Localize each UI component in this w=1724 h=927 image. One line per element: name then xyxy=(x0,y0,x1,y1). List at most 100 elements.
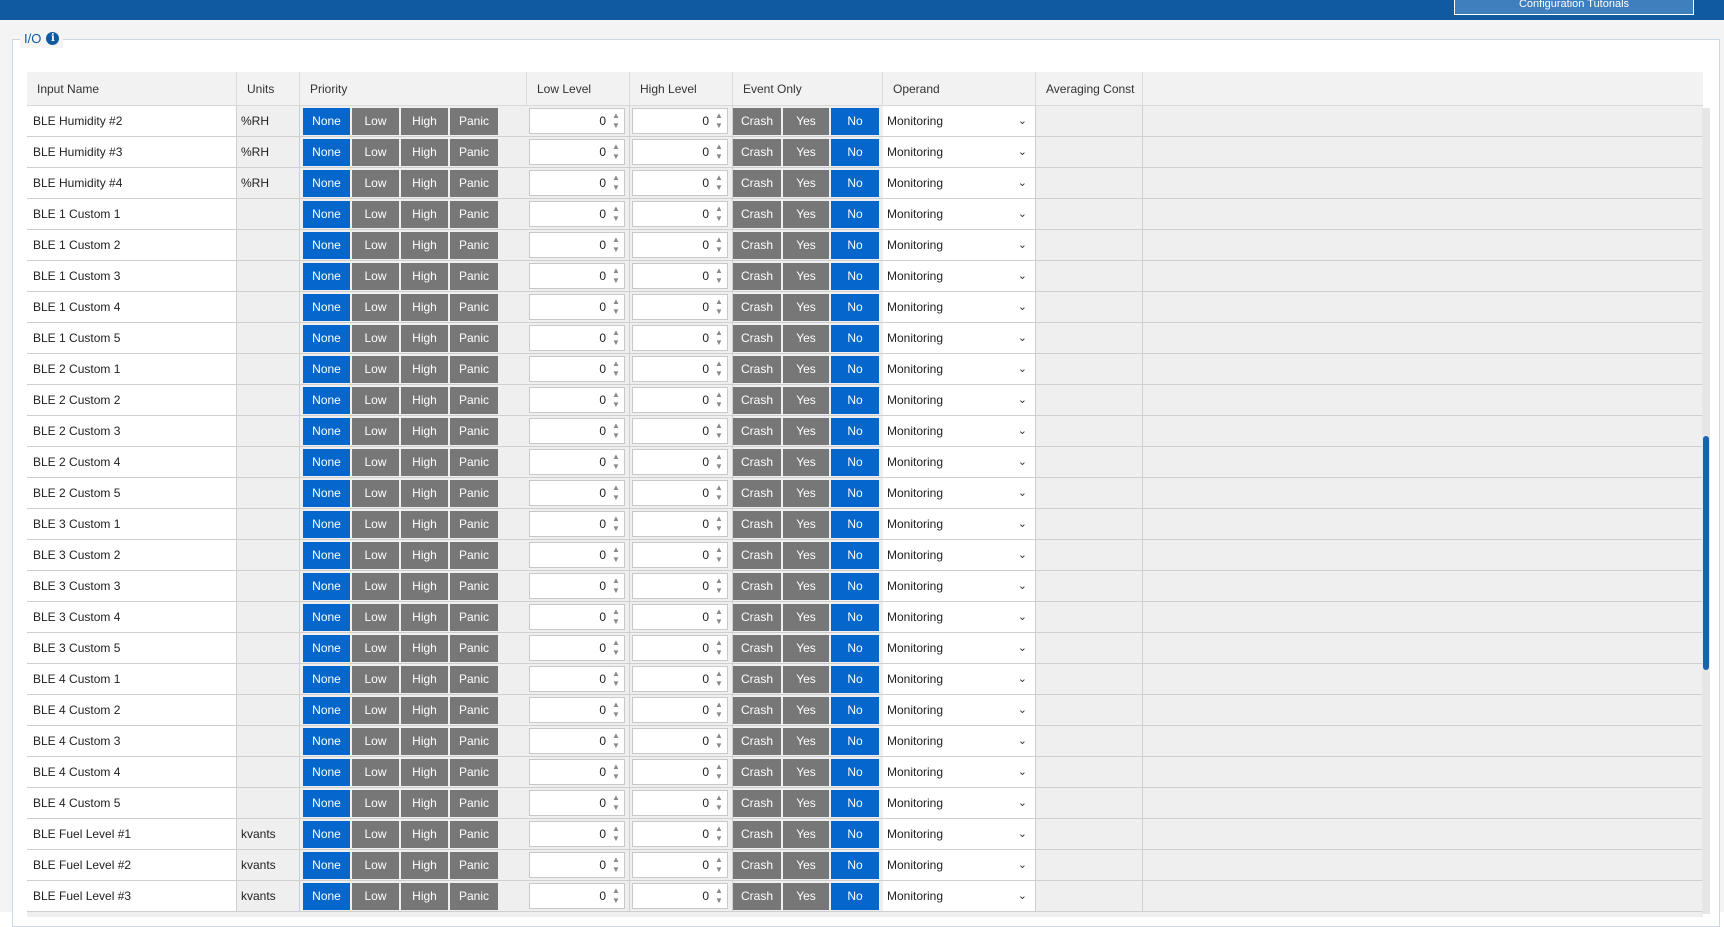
chevron-down-icon[interactable]: ▼ xyxy=(714,679,724,689)
priority-panic-button[interactable]: Panic xyxy=(450,511,498,538)
event-yes-button[interactable]: Yes xyxy=(783,387,829,414)
header-high-level[interactable]: High Level xyxy=(630,72,733,106)
averaging-const-cell[interactable] xyxy=(1036,571,1143,601)
priority-none-button[interactable]: None xyxy=(303,759,350,786)
low-level-spinbox[interactable]: 0 ▲ ▼ xyxy=(529,201,625,227)
priority-none-button[interactable]: None xyxy=(303,325,350,352)
high-level-spinbox[interactable]: 0 ▲ ▼ xyxy=(632,387,728,413)
priority-low-button[interactable]: Low xyxy=(352,759,399,786)
chevron-up-icon[interactable]: ▲ xyxy=(611,483,621,493)
priority-low-button[interactable]: Low xyxy=(352,883,399,910)
averaging-const-cell[interactable] xyxy=(1036,757,1143,787)
chevron-up-icon[interactable]: ▲ xyxy=(611,638,621,648)
event-crash-button[interactable]: Crash xyxy=(733,697,781,724)
chevron-up-icon[interactable]: ▲ xyxy=(714,421,724,431)
chevron-down-icon[interactable]: ▼ xyxy=(714,183,724,193)
event-no-button[interactable]: No xyxy=(831,418,879,445)
priority-high-button[interactable]: High xyxy=(401,635,448,662)
event-yes-button[interactable]: Yes xyxy=(783,418,829,445)
event-no-button[interactable]: No xyxy=(831,697,879,724)
header-priority[interactable]: Priority xyxy=(300,72,527,106)
priority-high-button[interactable]: High xyxy=(401,852,448,879)
priority-none-button[interactable]: None xyxy=(303,201,350,228)
event-no-button[interactable]: No xyxy=(831,201,879,228)
event-crash-button[interactable]: Crash xyxy=(733,542,781,569)
operand-dropdown[interactable]: Monitoring ⌄ xyxy=(883,292,1036,322)
priority-low-button[interactable]: Low xyxy=(352,511,399,538)
chevron-down-icon[interactable]: ▼ xyxy=(714,524,724,534)
event-yes-button[interactable]: Yes xyxy=(783,201,829,228)
priority-none-button[interactable]: None xyxy=(303,852,350,879)
operand-dropdown[interactable]: Monitoring ⌄ xyxy=(883,757,1036,787)
low-level-spinbox[interactable]: 0 ▲ ▼ xyxy=(529,635,625,661)
priority-low-button[interactable]: Low xyxy=(352,728,399,755)
averaging-const-cell[interactable] xyxy=(1036,602,1143,632)
chevron-down-icon[interactable]: ▼ xyxy=(714,834,724,844)
event-yes-button[interactable]: Yes xyxy=(783,108,829,135)
chevron-up-icon[interactable]: ▲ xyxy=(714,607,724,617)
priority-low-button[interactable]: Low xyxy=(352,666,399,693)
priority-high-button[interactable]: High xyxy=(401,387,448,414)
operand-dropdown[interactable]: Monitoring ⌄ xyxy=(883,850,1036,880)
event-no-button[interactable]: No xyxy=(831,511,879,538)
priority-high-button[interactable]: High xyxy=(401,728,448,755)
operand-dropdown[interactable]: Monitoring ⌄ xyxy=(883,385,1036,415)
operand-dropdown[interactable]: Monitoring ⌄ xyxy=(883,199,1036,229)
priority-panic-button[interactable]: Panic xyxy=(450,635,498,662)
chevron-up-icon[interactable]: ▲ xyxy=(611,824,621,834)
event-yes-button[interactable]: Yes xyxy=(783,480,829,507)
header-units[interactable]: Units xyxy=(237,72,300,106)
priority-none-button[interactable]: None xyxy=(303,666,350,693)
low-level-spinbox[interactable]: 0 ▲ ▼ xyxy=(529,139,625,165)
priority-high-button[interactable]: High xyxy=(401,666,448,693)
high-level-spinbox[interactable]: 0 ▲ ▼ xyxy=(632,356,728,382)
priority-high-button[interactable]: High xyxy=(401,604,448,631)
priority-low-button[interactable]: Low xyxy=(352,790,399,817)
event-crash-button[interactable]: Crash xyxy=(733,387,781,414)
event-no-button[interactable]: No xyxy=(831,170,879,197)
priority-low-button[interactable]: Low xyxy=(352,821,399,848)
averaging-const-cell[interactable] xyxy=(1036,540,1143,570)
chevron-down-icon[interactable]: ▼ xyxy=(714,586,724,596)
chevron-up-icon[interactable]: ▲ xyxy=(714,297,724,307)
priority-none-button[interactable]: None xyxy=(303,108,350,135)
priority-panic-button[interactable]: Panic xyxy=(450,790,498,817)
priority-panic-button[interactable]: Panic xyxy=(450,139,498,166)
averaging-const-cell[interactable] xyxy=(1036,354,1143,384)
chevron-down-icon[interactable]: ▼ xyxy=(611,369,621,379)
priority-panic-button[interactable]: Panic xyxy=(450,604,498,631)
event-crash-button[interactable]: Crash xyxy=(733,728,781,755)
low-level-spinbox[interactable]: 0 ▲ ▼ xyxy=(529,325,625,351)
chevron-up-icon[interactable]: ▲ xyxy=(611,266,621,276)
operand-dropdown[interactable]: Monitoring ⌄ xyxy=(883,416,1036,446)
chevron-up-icon[interactable]: ▲ xyxy=(611,607,621,617)
event-crash-button[interactable]: Crash xyxy=(733,821,781,848)
event-crash-button[interactable]: Crash xyxy=(733,418,781,445)
event-crash-button[interactable]: Crash xyxy=(733,449,781,476)
priority-high-button[interactable]: High xyxy=(401,139,448,166)
low-level-spinbox[interactable]: 0 ▲ ▼ xyxy=(529,852,625,878)
chevron-up-icon[interactable]: ▲ xyxy=(714,173,724,183)
chevron-down-icon[interactable]: ▼ xyxy=(714,431,724,441)
high-level-spinbox[interactable]: 0 ▲ ▼ xyxy=(632,852,728,878)
chevron-down-icon[interactable]: ▼ xyxy=(714,338,724,348)
low-level-spinbox[interactable]: 0 ▲ ▼ xyxy=(529,697,625,723)
low-level-spinbox[interactable]: 0 ▲ ▼ xyxy=(529,263,625,289)
operand-dropdown[interactable]: Monitoring ⌄ xyxy=(883,633,1036,663)
priority-panic-button[interactable]: Panic xyxy=(450,356,498,383)
low-level-spinbox[interactable]: 0 ▲ ▼ xyxy=(529,418,625,444)
priority-none-button[interactable]: None xyxy=(303,697,350,724)
chevron-up-icon[interactable]: ▲ xyxy=(611,142,621,152)
chevron-up-icon[interactable]: ▲ xyxy=(611,855,621,865)
priority-low-button[interactable]: Low xyxy=(352,170,399,197)
low-level-spinbox[interactable]: 0 ▲ ▼ xyxy=(529,170,625,196)
priority-panic-button[interactable]: Panic xyxy=(450,387,498,414)
priority-low-button[interactable]: Low xyxy=(352,294,399,321)
chevron-down-icon[interactable]: ▼ xyxy=(611,462,621,472)
averaging-const-cell[interactable] xyxy=(1036,292,1143,322)
priority-none-button[interactable]: None xyxy=(303,821,350,848)
priority-none-button[interactable]: None xyxy=(303,635,350,662)
event-crash-button[interactable]: Crash xyxy=(733,573,781,600)
event-yes-button[interactable]: Yes xyxy=(783,294,829,321)
event-crash-button[interactable]: Crash xyxy=(733,356,781,383)
